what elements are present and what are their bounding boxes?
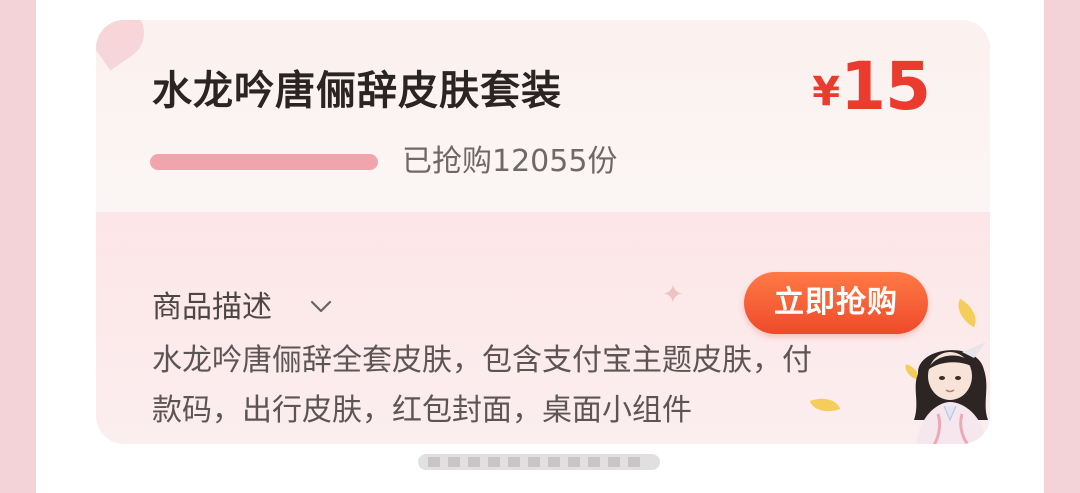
description-text: 水龙吟唐俪辞全套皮肤，包含支付宝主题皮肤，付 款码，出行皮肤，红包封面，桌面小组…	[152, 336, 912, 436]
description-line-2: 款码，出行皮肤，红包封面，桌面小组件	[152, 393, 692, 428]
chevron-down-icon[interactable]	[310, 296, 332, 318]
petal-decoration	[96, 20, 155, 71]
price-currency: ¥	[812, 69, 841, 115]
sparkle-icon: ✦	[662, 280, 684, 310]
sold-count: 已抢购12055份	[402, 144, 618, 179]
product-price: ¥15	[812, 52, 931, 122]
description-heading: 商品描述	[152, 290, 272, 325]
bottom-scroll-indicator	[418, 454, 660, 470]
price-amount: 15	[840, 48, 931, 125]
product-title: 水龙吟唐俪辞皮肤套装	[152, 68, 562, 114]
character-illustration	[914, 342, 988, 444]
sold-progress-fill	[150, 154, 378, 170]
sold-progress-bar	[150, 154, 378, 170]
product-card-header: 水龙吟唐俪辞皮肤套装 ¥15 已抢购12055份	[96, 20, 990, 212]
buy-now-button[interactable]: 立即抢购	[744, 272, 928, 334]
product-card: 水龙吟唐俪辞皮肤套装 ¥15 已抢购12055份 ✦ 商品描述 立即抢购 水龙吟…	[96, 20, 990, 444]
product-description-section: ✦ 商品描述 立即抢购 水龙吟唐俪辞全套皮肤，包含支付宝主题皮肤，付 款码，出行…	[96, 212, 990, 444]
description-line-1: 水龙吟唐俪辞全套皮肤，包含支付宝主题皮肤，付	[152, 343, 812, 378]
ginkgo-leaf-icon	[951, 298, 983, 328]
